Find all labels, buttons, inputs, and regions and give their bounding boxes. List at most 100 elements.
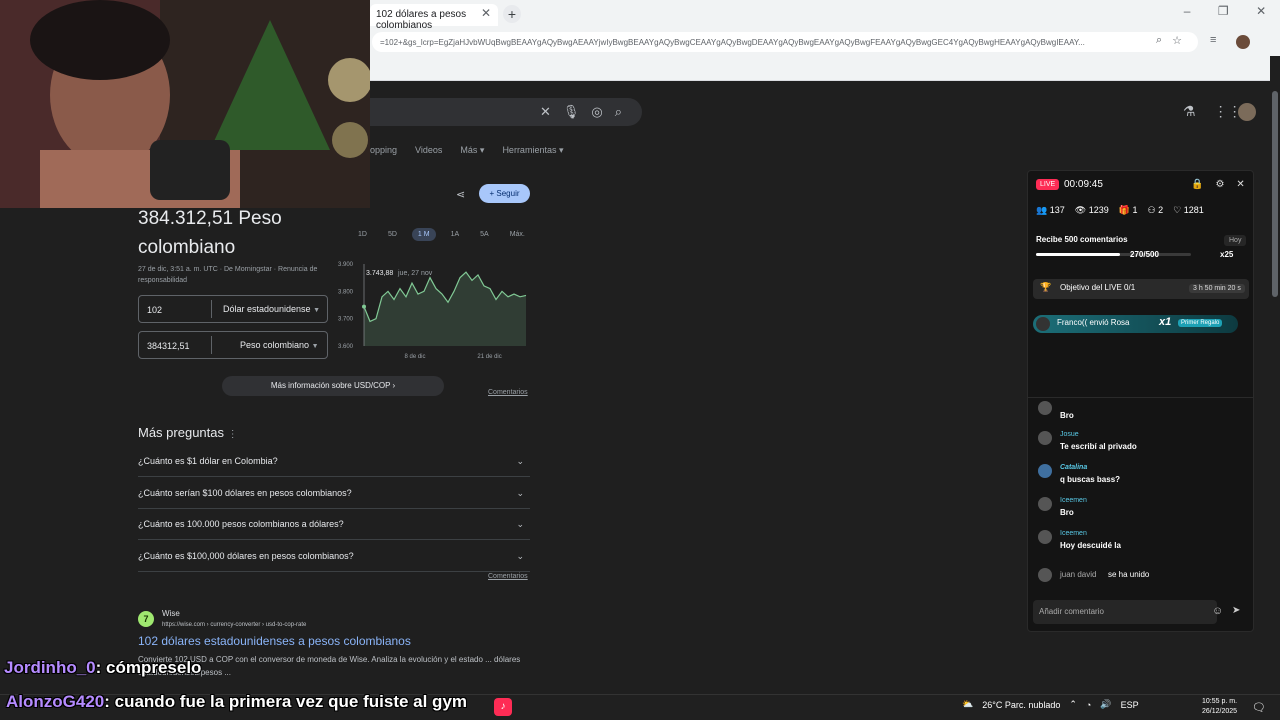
to-currency-select[interactable]: Peso colombiano ▼: [240, 340, 319, 350]
nav-shopping[interactable]: opping: [370, 145, 397, 156]
lock-icon[interactable]: 🔒: [1191, 179, 1203, 190]
address-icons: ⌕ ☆: [1156, 34, 1182, 47]
browser-tab[interactable]: 102 dólares a pesos colombianos: [370, 4, 498, 31]
mic-icon[interactable]: 🎙: [563, 104, 580, 120]
nav-tools[interactable]: Herramientas ▾: [502, 145, 563, 156]
chart-area: [364, 272, 526, 346]
emoji-icon[interactable]: ☺: [1212, 605, 1223, 617]
bookmark-star-icon[interactable]: ☆: [1172, 34, 1182, 47]
search-icon[interactable]: ⌕: [615, 104, 622, 120]
chart-point-start: [362, 304, 366, 309]
avatar: [1038, 530, 1052, 544]
viewers-stat: 👥 137: [1036, 205, 1065, 215]
scrollbar-thumb[interactable]: [1272, 91, 1278, 297]
comments-link[interactable]: Comentarios: [488, 573, 528, 580]
join-user[interactable]: juan david: [1060, 570, 1096, 579]
close-icon[interactable]: ✕: [1236, 179, 1244, 190]
result-title-link[interactable]: 102 dólares estadounidenses a pesos colo…: [138, 634, 411, 648]
lens-icon[interactable]: ◎: [591, 104, 602, 120]
settings-icon[interactable]: ⚙: [1215, 179, 1224, 190]
labs-flask-icon[interactable]: ⚗: [1183, 103, 1196, 120]
wifi-icon[interactable]: ◔: [1086, 700, 1091, 710]
live-objective[interactable]: 🏆 Objetivo del LIVE 0/1 3 h 50 min 20 s: [1033, 279, 1249, 299]
gift-banner: Franco(( envió Rosa x1 Primer Regalo: [1033, 315, 1238, 333]
browser-profile-avatar[interactable]: [1236, 35, 1250, 49]
result-site-name: Wise: [162, 609, 180, 618]
chart-range-tabs: 1D 5D 1 M 1A 5A Máx.: [352, 228, 540, 241]
user-add-icon: ⚇: [1147, 205, 1156, 215]
weather-icon: ⛅: [962, 699, 974, 709]
gift-tag: Primer Regalo: [1178, 319, 1223, 327]
overlay-username: Jordinho_0: [4, 658, 96, 677]
more-options-icon[interactable]: ⋮: [228, 429, 238, 440]
clock[interactable]: 10:55 p. m. 26/12/2025: [1202, 697, 1237, 717]
live-timer: 00:09:45: [1064, 179, 1103, 190]
minimize-icon[interactable]: –: [1184, 4, 1191, 24]
gift-icon: 🎁: [1118, 205, 1130, 215]
range-1d[interactable]: 1D: [352, 228, 373, 241]
nav-videos[interactable]: Videos: [415, 145, 442, 156]
chevron-down-icon: ⌄: [516, 519, 524, 529]
avatar: [1038, 568, 1052, 582]
chat-message: Iceemen Hoy descuidé la: [1038, 530, 1248, 556]
overlay-message: : cómpreselo: [95, 658, 202, 677]
google-account-avatar[interactable]: [1238, 103, 1256, 121]
webcam-overlay: [0, 0, 370, 208]
follow-button[interactable]: + Seguir: [479, 184, 530, 203]
tiktok-taskbar-icon[interactable]: ♪: [494, 698, 512, 716]
system-tray: ⛅ 26°C Parc. nublado ⌃ ◔ 🔊 ESP: [962, 699, 1139, 710]
objective-time: 3 h 50 min 20 s: [1189, 284, 1245, 293]
heart-icon: ♡: [1173, 205, 1182, 215]
comment-input[interactable]: Añadir comentario: [1033, 600, 1217, 624]
send-icon[interactable]: ➤: [1232, 605, 1240, 616]
goal-multiplier: x25: [1220, 250, 1234, 259]
result-url[interactable]: https://wise.com › currency-converter › …: [162, 622, 306, 628]
range-1m[interactable]: 1 M: [411, 228, 436, 241]
from-currency-select[interactable]: Dólar estadounidense ▼: [223, 304, 320, 314]
goal-progress-fill: [1036, 253, 1120, 256]
caret-down-icon: ▼: [313, 307, 321, 314]
close-window-icon[interactable]: ✕: [1256, 4, 1266, 24]
faq-item[interactable]: ¿Cuánto es $100,000 dólares en pesos col…: [138, 540, 530, 572]
nav-more[interactable]: Más ▾: [460, 145, 484, 156]
gift-text: Franco(( envió Rosa: [1057, 318, 1130, 327]
chat-message: Josue Te escribí al privado: [1038, 431, 1248, 457]
new-tab-button[interactable]: +: [503, 5, 521, 23]
follows-stat: ⚇ 2: [1147, 205, 1164, 215]
objective-text: Objetivo del LIVE 0/1: [1060, 283, 1136, 292]
tray-chevron-icon[interactable]: ⌃: [1069, 699, 1077, 710]
chevron-down-icon: ⌄: [516, 456, 524, 466]
tab-close-icon[interactable]: ✕: [481, 6, 491, 20]
range-1a[interactable]: 1A: [445, 228, 466, 241]
to-amount-input[interactable]: 384312,51: [147, 341, 190, 351]
faq-item[interactable]: ¿Cuánto es 100.000 pesos colombianos a d…: [138, 508, 530, 540]
restore-icon[interactable]: ❐: [1218, 4, 1229, 24]
avatar: [1038, 464, 1052, 478]
lang-indicator[interactable]: ESP: [1121, 700, 1139, 710]
faq-item[interactable]: ¿Cuánto serían $100 dólares en pesos col…: [138, 477, 530, 509]
url-field[interactable]: =102+&gs_lcrp=EgZjaHJvbWUqBwgBEAAYgAQyBw…: [372, 32, 1198, 52]
range-5a[interactable]: 5A: [474, 228, 495, 241]
volume-icon[interactable]: 🔊: [1100, 699, 1111, 710]
caret-down-icon: ▼: [311, 343, 319, 350]
weather-text[interactable]: 26°C Parc. nublado: [982, 700, 1060, 710]
to-currency-row: 384312,51 Peso colombiano ▼: [138, 331, 328, 359]
from-amount-input[interactable]: 102: [147, 305, 162, 315]
menu-lines-icon[interactable]: ≡: [1210, 34, 1216, 46]
more-info-button[interactable]: Más información sobre USD/COP ›: [222, 376, 444, 396]
chat-message: Catalina q buscas bass?: [1038, 464, 1248, 490]
range-max[interactable]: Máx.: [504, 228, 531, 241]
share-icon[interactable]: ⋖: [456, 188, 465, 201]
page-scrollbar[interactable]: [1270, 81, 1280, 694]
notification-icon[interactable]: 🗨: [1252, 701, 1266, 714]
range-5d[interactable]: 5D: [382, 228, 403, 241]
faq-item[interactable]: ¿Cuánto es $1 dólar en Colombia? ⌄: [138, 445, 530, 477]
zoom-icon[interactable]: ⌕: [1156, 34, 1162, 47]
clear-icon[interactable]: ✕: [540, 104, 551, 120]
comments-link[interactable]: Comentarios: [488, 389, 528, 396]
result-timestamp: 27 de dic, 3:51 a. m. UTC · De Morningst…: [138, 266, 318, 284]
chat-message: Iceemen Bro: [1038, 497, 1248, 523]
live-controls: 🔒 ⚙ ✕: [1191, 179, 1245, 190]
trophy-icon: 🏆: [1040, 282, 1052, 292]
webcam-image: [0, 0, 370, 208]
